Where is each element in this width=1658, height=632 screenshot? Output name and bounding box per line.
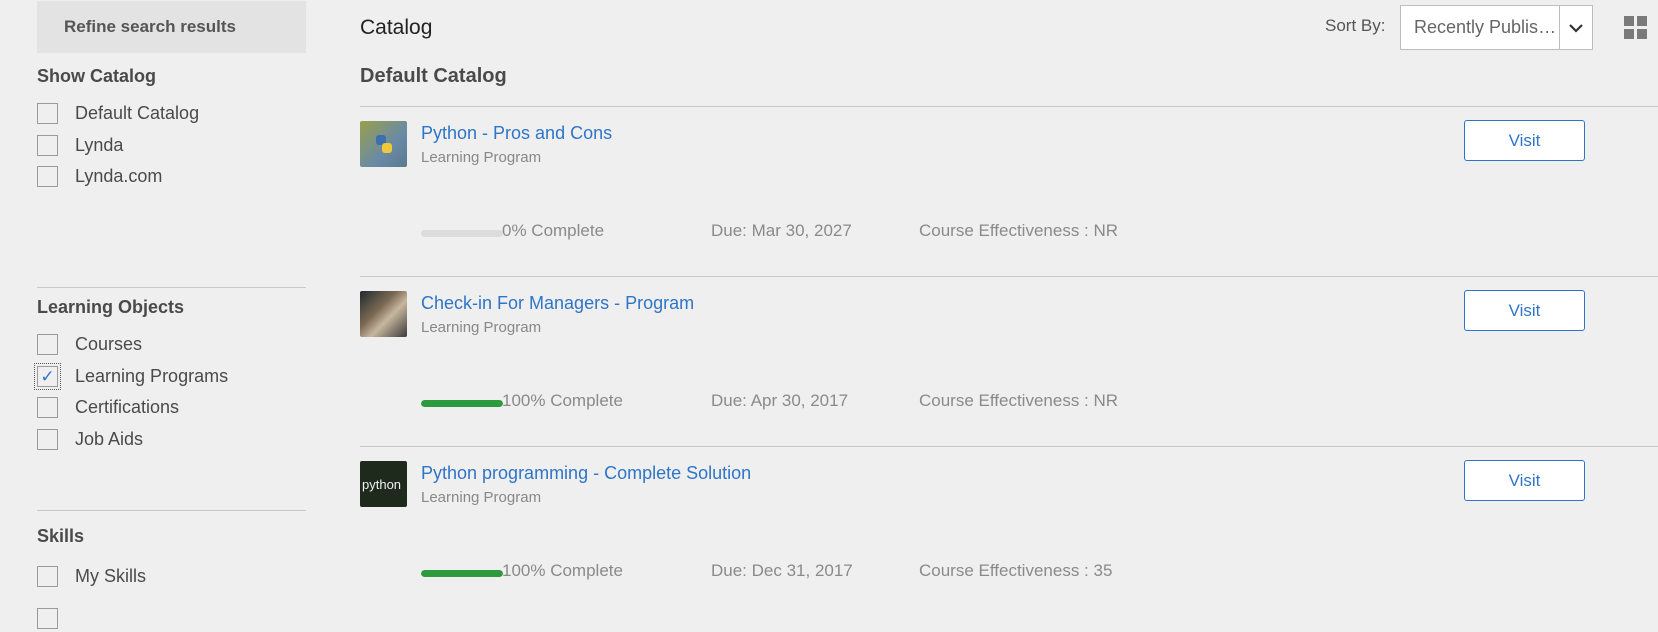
progress-bar xyxy=(421,230,503,237)
catalog-main: Catalog Sort By: Recently Published Defa… xyxy=(360,0,1658,615)
progress-fill xyxy=(421,570,503,577)
checkbox[interactable] xyxy=(37,565,58,587)
skills-heading: Skills xyxy=(37,526,85,546)
filter-next[interactable] xyxy=(37,604,58,632)
progress-bar xyxy=(421,570,503,577)
filter-courses[interactable]: Courses xyxy=(37,330,142,358)
show-catalog-heading: Show Catalog xyxy=(37,66,157,86)
filter-my-skills[interactable]: My Skills xyxy=(37,562,146,590)
checkmark-icon: ✓ xyxy=(40,366,55,386)
item-type: Learning Program xyxy=(421,319,542,336)
page-title: Catalog xyxy=(360,16,433,39)
visit-button[interactable]: Visit xyxy=(1464,290,1585,331)
progress-fill xyxy=(421,400,503,407)
checkbox[interactable] xyxy=(37,165,58,187)
item-type: Learning Program xyxy=(421,149,542,166)
due-date: Due: Mar 30, 2027 xyxy=(711,221,852,240)
learning-objects-heading: Learning Objects xyxy=(37,297,185,317)
catalog-item: Python - Pros and Cons Learning Program … xyxy=(360,106,1658,276)
filter-label: Lynda.com xyxy=(75,165,163,186)
filter-label: Lynda xyxy=(75,134,124,155)
course-effectiveness: Course Effectiveness : 35 xyxy=(919,561,1113,580)
filter-label: Learning Programs xyxy=(75,365,229,386)
checkbox-checked[interactable]: ✓ xyxy=(34,362,61,390)
python-banner-thumbnail: python xyxy=(360,461,407,507)
chevron-down-icon[interactable] xyxy=(1559,6,1592,49)
item-type: Learning Program xyxy=(421,489,542,506)
filter-label: Default Catalog xyxy=(75,102,200,123)
item-title-link[interactable]: Python - Pros and Cons xyxy=(421,123,612,144)
filter-lynda-com[interactable]: Lynda.com xyxy=(37,162,162,190)
catalog-item: Check-in For Managers - Program Learning… xyxy=(360,276,1658,446)
filter-default-catalog[interactable]: Default Catalog xyxy=(37,99,199,127)
filter-certifications[interactable]: Certifications xyxy=(37,393,179,421)
visit-button[interactable]: Visit xyxy=(1464,460,1585,501)
completion-text: 0% Complete xyxy=(502,221,605,240)
refine-search-button[interactable]: Refine search results xyxy=(37,1,306,53)
catalog-item: python Python programming - Complete Sol… xyxy=(360,446,1658,616)
thumbnail-text: python xyxy=(362,476,402,492)
checkbox[interactable] xyxy=(37,607,58,629)
progress-bar xyxy=(421,400,503,407)
divider xyxy=(37,510,306,511)
filter-label: Certifications xyxy=(75,396,180,417)
checkbox[interactable] xyxy=(37,396,58,418)
grid-view-icon[interactable] xyxy=(1624,16,1647,39)
course-effectiveness: Course Effectiveness : NR xyxy=(919,391,1119,410)
checkbox[interactable] xyxy=(37,134,58,156)
filter-label: Courses xyxy=(75,333,143,354)
completion-text: 100% Complete xyxy=(502,391,623,410)
sort-selected-value: Recently Published xyxy=(1414,17,1559,37)
visit-button[interactable]: Visit xyxy=(1464,120,1585,161)
completion-text: 100% Complete xyxy=(502,561,623,580)
divider xyxy=(37,287,306,288)
filter-job-aids[interactable]: Job Aids xyxy=(37,425,143,453)
filter-sidebar: Refine search results Show Catalog Defau… xyxy=(0,0,310,629)
course-effectiveness: Course Effectiveness : NR xyxy=(919,221,1119,240)
due-date: Due: Dec 31, 2017 xyxy=(711,561,853,580)
catalog-heading: Default Catalog xyxy=(360,65,507,87)
filter-label: Job Aids xyxy=(75,428,144,449)
checkbox[interactable] xyxy=(37,102,58,124)
filter-label: My Skills xyxy=(75,565,146,586)
python-logo-thumbnail xyxy=(360,121,407,167)
sort-label: Sort By: xyxy=(1325,16,1386,35)
filter-learning-programs[interactable]: ✓ Learning Programs xyxy=(34,362,229,390)
checkbox[interactable] xyxy=(37,428,58,450)
checkbox[interactable] xyxy=(37,333,58,355)
managers-photo-thumbnail xyxy=(360,291,407,337)
filter-lynda[interactable]: Lynda xyxy=(37,131,123,159)
item-title-link[interactable]: Check-in For Managers - Program xyxy=(421,293,694,314)
due-date: Due: Apr 30, 2017 xyxy=(711,391,849,410)
item-title-link[interactable]: Python programming - Complete Solution xyxy=(421,463,751,484)
sort-dropdown[interactable]: Recently Published xyxy=(1400,5,1593,50)
